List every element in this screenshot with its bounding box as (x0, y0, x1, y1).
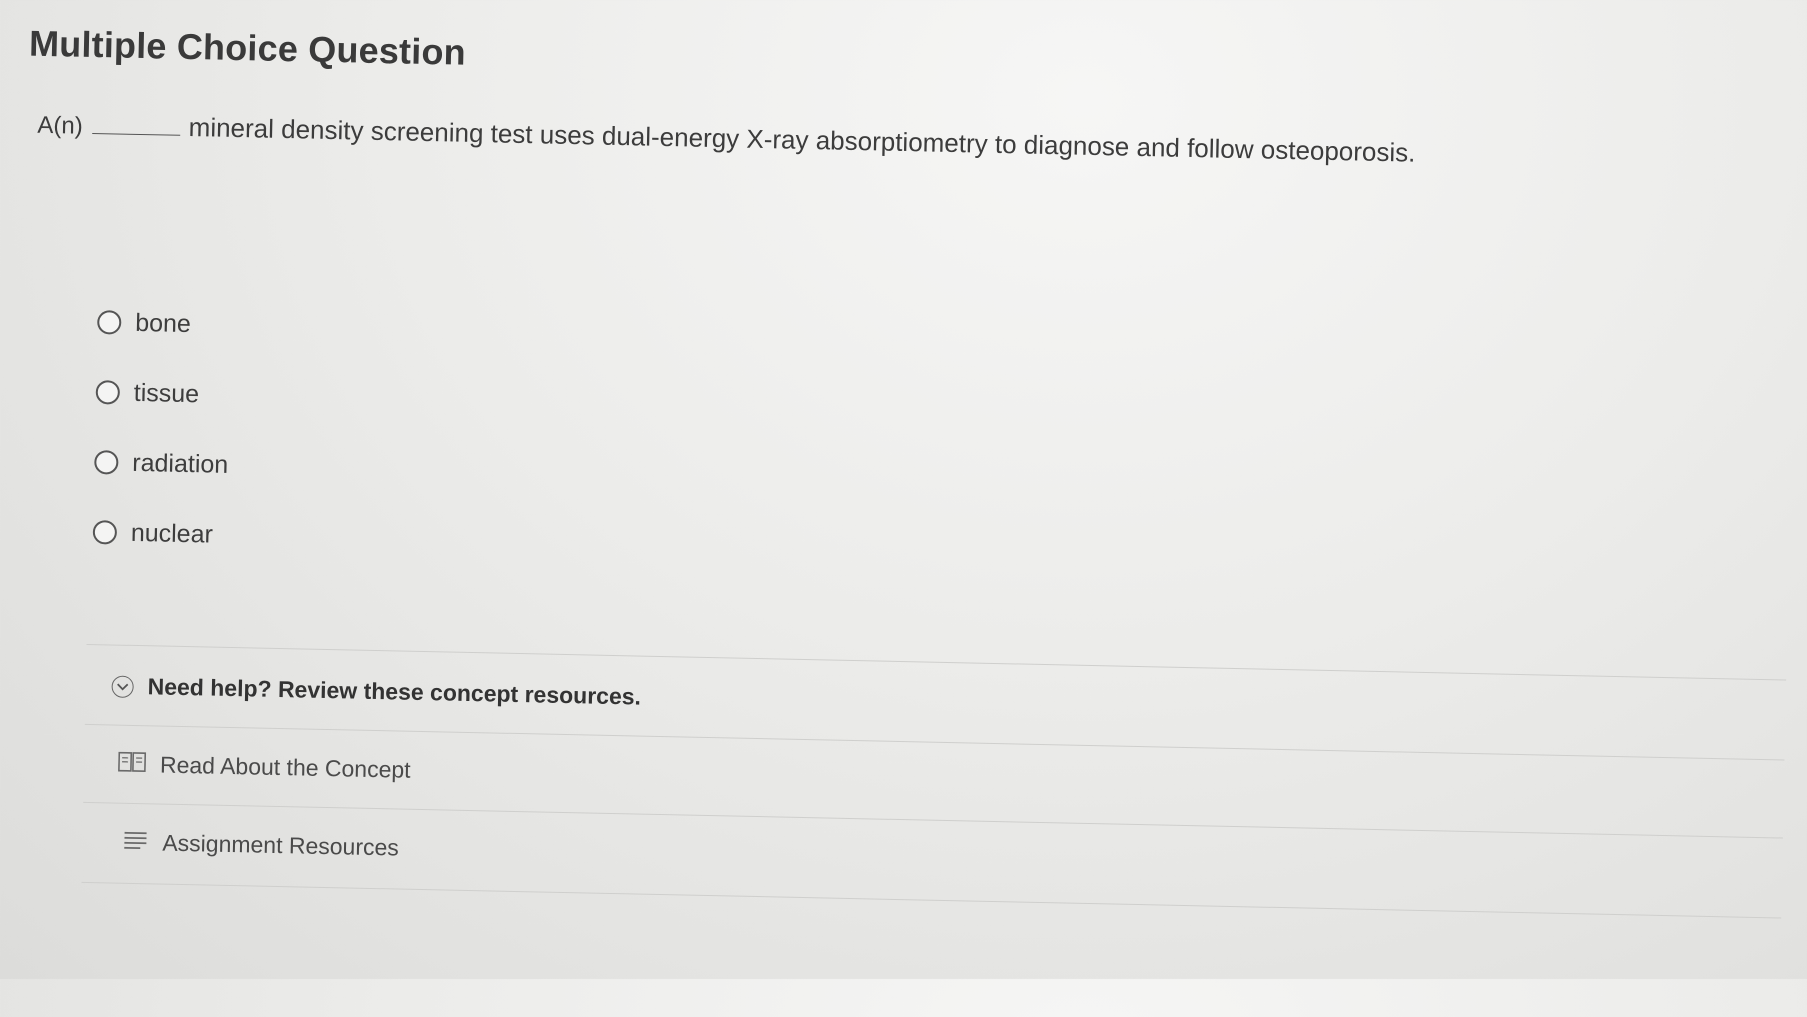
book-icon (118, 751, 147, 779)
option-label: nuclear (131, 518, 214, 549)
option-tissue[interactable]: tissue (95, 357, 230, 430)
read-about-concept-link[interactable]: Read About the Concept (118, 751, 411, 784)
assignment-resources-link[interactable]: Assignment Resources (122, 829, 399, 862)
radio-button[interactable] (94, 450, 118, 474)
option-nuclear[interactable]: nuclear (92, 497, 227, 570)
radio-button[interactable] (96, 380, 120, 404)
answer-blank (93, 132, 181, 136)
resource-label: Assignment Resources (162, 830, 399, 862)
question-body: mineral density screening test uses dual… (188, 112, 1415, 168)
help-toggle[interactable]: Need help? Review these concept resource… (111, 672, 641, 710)
option-label: tissue (133, 378, 199, 408)
divider (82, 882, 1782, 919)
option-radiation[interactable]: radiation (94, 427, 229, 500)
option-bone[interactable]: bone (97, 287, 232, 360)
question-panel: Multiple Choice Question A(n) mineral den… (0, 0, 1807, 1017)
answer-options: bone tissue radiation nuclear (92, 287, 232, 570)
radio-button[interactable] (97, 310, 121, 334)
divider (87, 644, 1787, 681)
help-toggle-label: Need help? Review these concept resource… (147, 673, 641, 710)
question-prefix: A(n) (37, 112, 83, 140)
question-text: A(n) mineral density screening test uses … (37, 109, 1416, 169)
chevron-down-circle-icon (111, 675, 133, 697)
list-icon (122, 830, 149, 856)
option-label: bone (135, 308, 191, 338)
radio-button[interactable] (93, 520, 117, 544)
page-title: Multiple Choice Question (29, 23, 467, 74)
resource-label: Read About the Concept (160, 752, 411, 784)
option-label: radiation (132, 448, 228, 479)
